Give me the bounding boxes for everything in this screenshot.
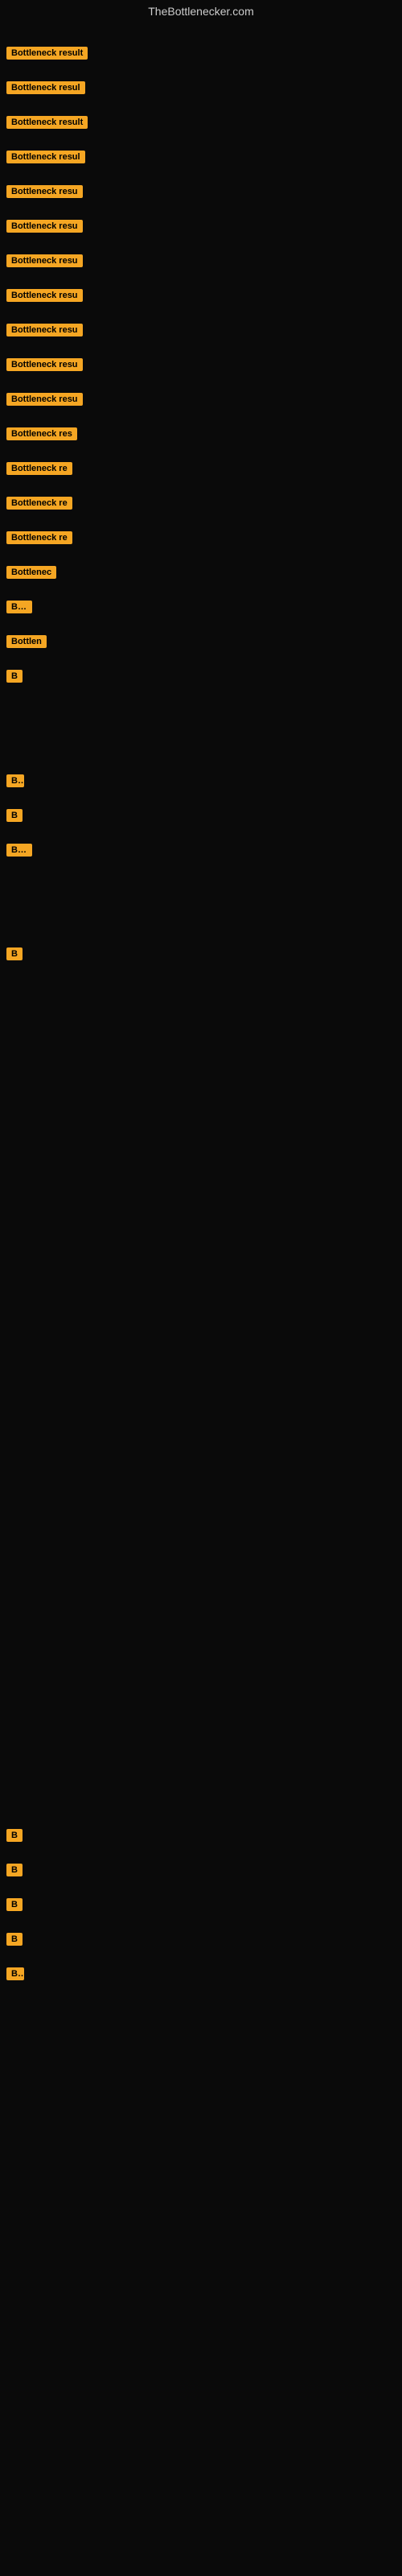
badge-row: Bo (3, 773, 27, 789)
bottleneck-result-badge[interactable]: Bottleneck resu (6, 185, 83, 198)
bottleneck-result-badge[interactable]: Bottleneck re (6, 462, 72, 475)
badge-row: Bottleneck resul (3, 149, 88, 165)
badge-row: Bottleneck resu (3, 218, 86, 234)
bottleneck-result-badge[interactable]: Bottleneck resu (6, 289, 83, 302)
bottleneck-result-badge[interactable]: B (6, 1864, 23, 1876)
bottleneck-result-badge[interactable]: Bottleneck re (6, 531, 72, 544)
bottleneck-result-badge[interactable]: Bottleneck resu (6, 220, 83, 233)
badge-row: B (3, 1827, 26, 1843)
bottleneck-result-badge[interactable]: Bott (6, 844, 32, 857)
badge-row: Bottleneck resul (3, 80, 88, 96)
badge-row: Bottleneck re (3, 530, 76, 546)
badge-row: Bott (3, 599, 35, 615)
bottleneck-result-badge[interactable]: Bottleneck re (6, 497, 72, 510)
badge-row: Bott (3, 842, 35, 858)
badge-row: Bottleneck result (3, 114, 91, 130)
badge-row: B (3, 1931, 26, 1947)
badge-row: Bottleneck re (3, 495, 76, 511)
badge-row: Bottlen (3, 634, 50, 650)
bottleneck-result-badge[interactable]: Bottlen (6, 635, 47, 648)
bottleneck-result-badge[interactable]: Bottleneck result (6, 47, 88, 60)
badge-row: Bottleneck resu (3, 253, 86, 269)
badge-row: Bottleneck res (3, 426, 80, 442)
badge-row: Bottleneck resu (3, 184, 86, 200)
bottleneck-result-badge[interactable]: Bottleneck resu (6, 254, 83, 267)
badge-row: Bottleneck resu (3, 391, 86, 407)
bottleneck-result-badge[interactable]: Bo (6, 774, 24, 787)
badge-row: Bottleneck resu (3, 322, 86, 338)
badge-row: B (3, 668, 26, 684)
bottleneck-result-badge[interactable]: Bo (6, 1967, 24, 1980)
badge-row: Bo (3, 1966, 27, 1982)
bottleneck-result-badge[interactable]: Bottleneck resu (6, 324, 83, 336)
bottleneck-result-badge[interactable]: B (6, 809, 23, 822)
bottleneck-result-badge[interactable]: Bott (6, 601, 32, 613)
bottleneck-result-badge[interactable]: Bottleneck resu (6, 358, 83, 371)
bottleneck-result-badge[interactable]: B (6, 1829, 23, 1842)
bottleneck-result-badge[interactable]: Bottleneck resu (6, 393, 83, 406)
bottleneck-result-badge[interactable]: B (6, 1898, 23, 1911)
bottleneck-result-badge[interactable]: Bottleneck resul (6, 151, 85, 163)
bottleneck-result-badge[interactable]: B (6, 670, 23, 683)
bottleneck-result-badge[interactable]: B (6, 1933, 23, 1946)
bottleneck-result-badge[interactable]: Bottlenec (6, 566, 56, 579)
badge-row: B (3, 807, 26, 824)
badge-row: Bottlenec (3, 564, 59, 580)
badge-row: Bottleneck resu (3, 287, 86, 303)
bottleneck-result-badge[interactable]: B (6, 947, 23, 960)
badge-row: Bottleneck result (3, 45, 91, 61)
badge-row: Bottleneck resu (3, 357, 86, 373)
badge-row: Bottleneck re (3, 460, 76, 477)
badge-row: B (3, 1897, 26, 1913)
bottleneck-result-badge[interactable]: Bottleneck result (6, 116, 88, 129)
site-title: TheBottlenecker.com (0, 0, 402, 23)
badge-row: B (3, 1862, 26, 1878)
bottleneck-result-badge[interactable]: Bottleneck res (6, 427, 77, 440)
bottleneck-result-badge[interactable]: Bottleneck resul (6, 81, 85, 94)
badge-row: B (3, 946, 26, 962)
